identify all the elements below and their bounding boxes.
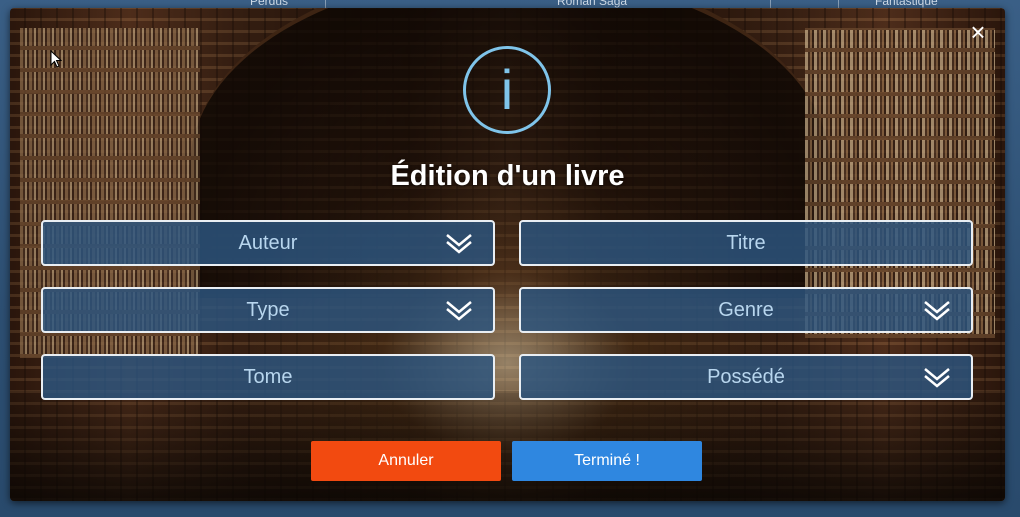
owned-select[interactable]: Possédé <box>519 354 973 400</box>
type-select[interactable]: Type <box>41 287 495 333</box>
close-icon[interactable]: × <box>967 19 989 45</box>
chevron-down-icon <box>446 234 472 254</box>
bg-column-header: Fantastique <box>875 0 938 8</box>
bg-column-separator <box>770 0 771 8</box>
chevron-down-icon <box>924 301 950 321</box>
author-label: Auteur <box>238 232 298 254</box>
chevron-down-icon <box>446 301 472 321</box>
title-field[interactable]: Titre <box>519 220 973 266</box>
mouse-cursor-icon <box>50 50 62 68</box>
title-label: Titre <box>726 232 766 254</box>
bg-column-separator <box>325 0 326 8</box>
bg-column-header: Roman Saga <box>557 0 628 8</box>
cancel-button[interactable]: Annuler <box>311 441 501 481</box>
volume-label: Tome <box>243 366 293 388</box>
chevron-down-icon <box>924 368 950 388</box>
info-icon: i <box>463 46 551 134</box>
bg-column-header: Perdus <box>250 0 289 8</box>
owned-label: Possédé <box>707 366 785 388</box>
author-select[interactable]: Auteur <box>41 220 495 266</box>
modal-title: Édition d'un livre <box>390 160 625 192</box>
edit-book-modal: × i Édition d'un livre Auteur Titre Type… <box>10 8 1005 501</box>
background-floor <box>10 391 1005 501</box>
volume-field[interactable]: Tome <box>41 354 495 400</box>
genre-select[interactable]: Genre <box>519 287 973 333</box>
type-label: Type <box>246 299 290 321</box>
bg-column-separator <box>838 0 839 8</box>
genre-label: Genre <box>718 299 774 321</box>
done-button[interactable]: Terminé ! <box>512 441 702 481</box>
